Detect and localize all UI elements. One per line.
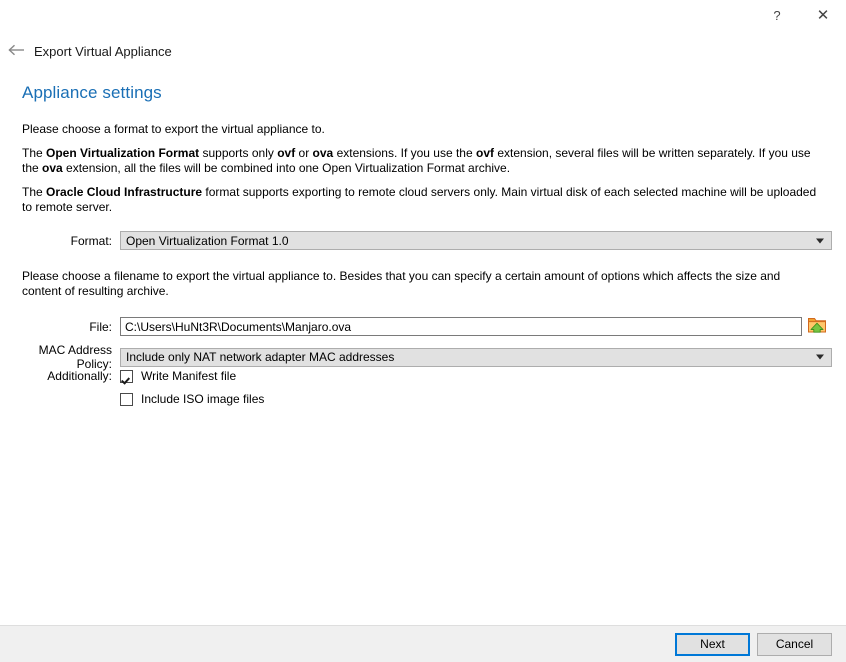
write-manifest-checkbox[interactable] bbox=[120, 369, 133, 383]
include-iso-checkbox[interactable] bbox=[120, 392, 133, 406]
file-input-value: C:\Users\HuNt3R\Documents\Manjaro.ova bbox=[125, 319, 352, 334]
format-select-value: Open Virtualization Format 1.0 bbox=[126, 233, 289, 248]
close-button[interactable]: ✕ bbox=[800, 0, 846, 30]
cancel-button[interactable]: Cancel bbox=[757, 632, 832, 656]
question-mark-icon: ? bbox=[773, 7, 781, 23]
footer-bar: Next Cancel bbox=[0, 625, 846, 662]
back-button[interactable] bbox=[0, 38, 34, 64]
format-row: Format: Open Virtualization Format 1.0 bbox=[0, 231, 840, 250]
intro-paragraph: Please choose a format to export the vir… bbox=[22, 122, 325, 136]
page-title: Appliance settings bbox=[22, 83, 162, 102]
format-select[interactable]: Open Virtualization Format 1.0 bbox=[120, 231, 832, 250]
back-arrow-icon bbox=[8, 43, 26, 60]
additionally-row-1: Additionally: Write Manifest file bbox=[0, 369, 236, 383]
write-manifest-label[interactable]: Write Manifest file bbox=[141, 369, 236, 383]
browse-file-button[interactable] bbox=[806, 316, 828, 337]
mac-policy-select[interactable]: Include only NAT network adapter MAC add… bbox=[120, 347, 832, 367]
ovf-description-paragraph: The Open Virtualization Format supports … bbox=[22, 146, 811, 175]
chevron-down-icon bbox=[816, 238, 824, 243]
mac-policy-label: MAC Address Policy: bbox=[38, 343, 112, 371]
oci-description-paragraph: The Oracle Cloud Infrastructure format s… bbox=[22, 185, 817, 214]
close-icon: ✕ bbox=[816, 7, 830, 24]
additionally-row-2: Include ISO image files bbox=[0, 392, 264, 406]
file-input[interactable]: C:\Users\HuNt3R\Documents\Manjaro.ova bbox=[120, 317, 802, 336]
mac-policy-select-value: Include only NAT network adapter MAC add… bbox=[126, 350, 395, 364]
help-button[interactable]: ? bbox=[754, 0, 800, 30]
chevron-down-icon bbox=[816, 354, 824, 360]
file-label: File: bbox=[89, 319, 112, 334]
file-row: File: C:\Users\HuNt3R\Documents\Manjaro.… bbox=[0, 316, 846, 337]
title-bar: ? ✕ bbox=[0, 0, 846, 30]
mac-policy-row: MAC Address Policy: Include only NAT net… bbox=[0, 343, 840, 371]
wizard-title: Export Virtual Appliance bbox=[34, 43, 172, 59]
wizard-header: Export Virtual Appliance bbox=[0, 38, 846, 64]
include-iso-label[interactable]: Include ISO image files bbox=[141, 392, 264, 406]
filename-description-paragraph: Please choose a filename to export the v… bbox=[22, 269, 781, 298]
next-button[interactable]: Next bbox=[675, 632, 750, 656]
format-label: Format: bbox=[70, 233, 112, 248]
folder-open-icon bbox=[807, 316, 827, 338]
additionally-label: Additionally: bbox=[47, 369, 112, 383]
